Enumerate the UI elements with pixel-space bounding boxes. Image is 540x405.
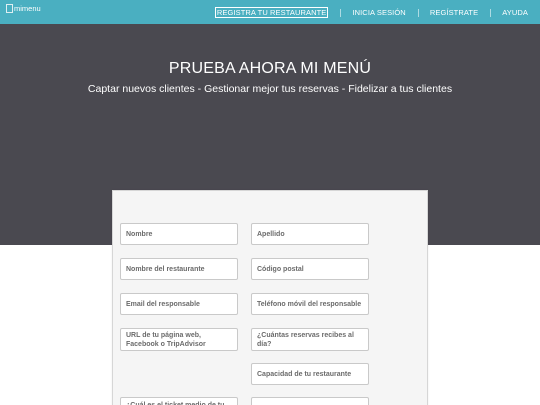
logo[interactable]: mimenu: [6, 4, 41, 18]
top-navbar: mimenu REGISTRA TU RESTAURANTE INICIA SE…: [0, 0, 540, 24]
nav-register-restaurant[interactable]: REGISTRA TU RESTAURANTE: [203, 6, 341, 18]
logo-text: mimenu: [14, 4, 41, 13]
nav-login[interactable]: INICIA SESIÓN: [340, 8, 417, 17]
last-name-input[interactable]: Apellido: [251, 223, 369, 245]
extra-input[interactable]: [251, 397, 369, 405]
daily-reservations-input[interactable]: ¿Cuántas reservas recibes al día?: [251, 328, 369, 351]
broken-image-icon: [6, 4, 13, 13]
restaurant-name-input[interactable]: Nombre del restaurante: [120, 258, 238, 280]
registration-form: Nombre Apellido Nombre del restaurante C…: [112, 190, 428, 405]
hero-subtitle: Captar nuevos clientes - Gestionar mejor…: [87, 83, 453, 95]
nav-signup[interactable]: REGÍSTRATE: [417, 8, 490, 17]
email-input[interactable]: Email del responsable: [120, 293, 238, 315]
main-nav: REGISTRA TU RESTAURANTE INICIA SESIÓN RE…: [203, 0, 540, 24]
nav-help[interactable]: AYUDA: [490, 8, 540, 17]
postal-code-input[interactable]: Código postal: [251, 258, 369, 280]
capacity-input[interactable]: Capacidad de tu restaurante: [251, 363, 369, 385]
average-ticket-input[interactable]: ¿Cuál es el ticket medio de tu: [120, 397, 238, 405]
first-name-input[interactable]: Nombre: [120, 223, 238, 245]
phone-input[interactable]: Teléfono móvil del responsable: [251, 293, 369, 315]
website-url-input[interactable]: URL de tu página web, Facebook o TripAdv…: [120, 328, 238, 351]
hero-title: PRUEBA AHORA MI MENÚ: [168, 60, 372, 77]
